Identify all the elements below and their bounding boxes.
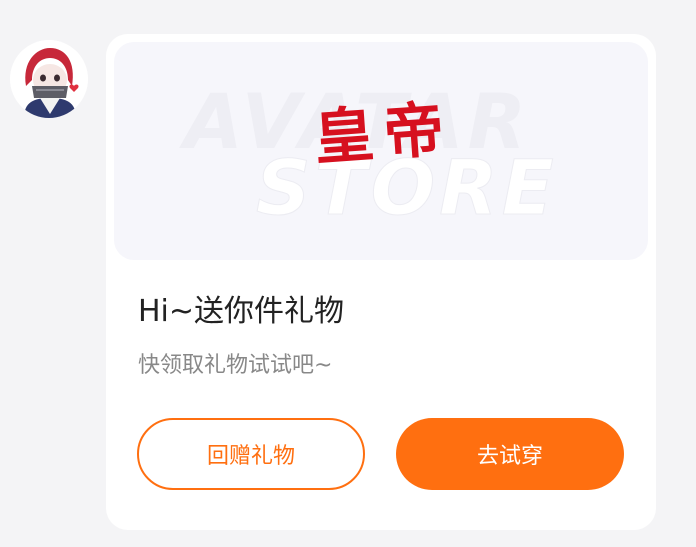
gift-subtitle: 快领取礼物试试吧~ [138,353,333,378]
avatar-character-image [10,40,88,118]
gift-title: Hi~送你件礼物 [138,294,345,329]
gift-message-card[interactable]: AVATAR STORE 皇帝 Hi~送你件礼物 快领取礼物试试吧~ 回赠礼物 … [106,34,656,530]
return-gift-button[interactable]: 回赠礼物 [137,418,365,490]
avatar-store-banner: AVATAR STORE 皇帝 [114,42,648,260]
sender-avatar[interactable] [10,40,88,118]
gift-name-calligraphy: 皇帝 [311,94,457,174]
try-on-button[interactable]: 去试穿 [396,418,624,490]
try-on-label: 去试穿 [476,444,543,469]
return-gift-label: 回赠礼物 [206,444,295,469]
